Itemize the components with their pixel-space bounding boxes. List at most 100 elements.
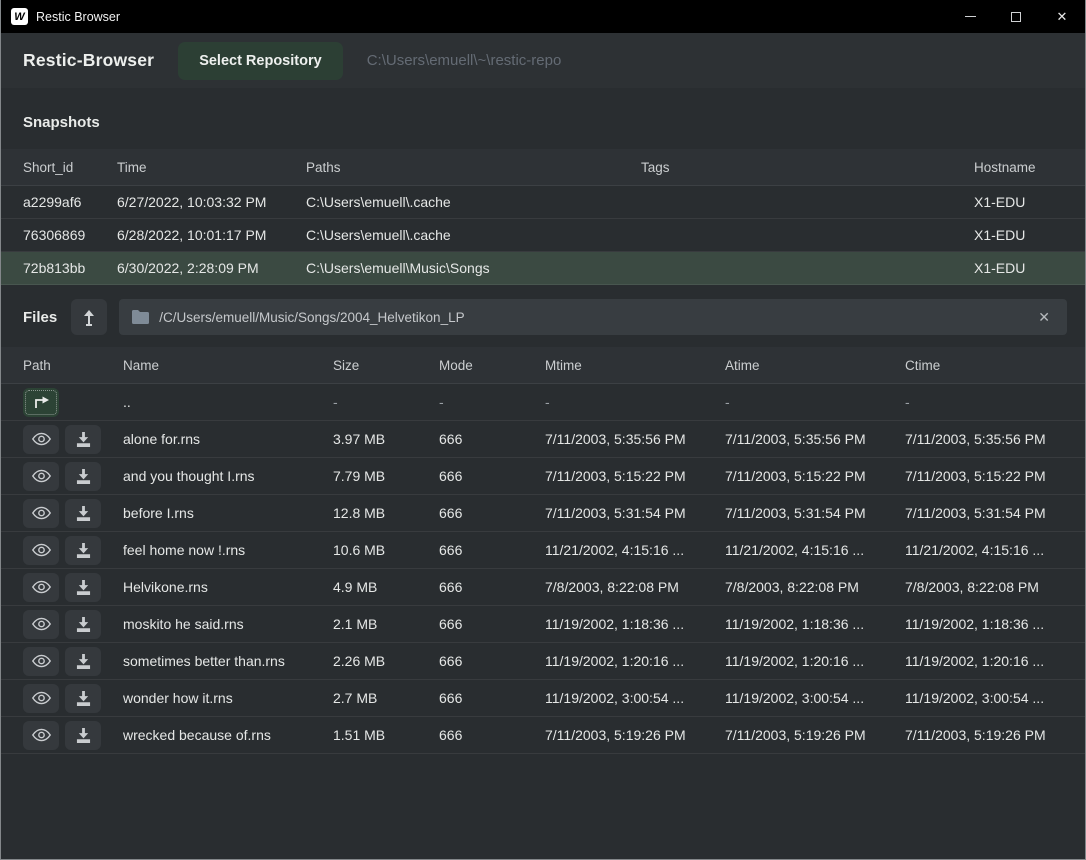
file-size: 10.6 MB	[333, 542, 439, 558]
column-short-id: Short_id	[23, 160, 117, 175]
snapshot-hostname: X1-EDU	[974, 227, 1071, 243]
preview-file-button[interactable]	[23, 536, 59, 565]
snapshot-short-id: 76306869	[23, 227, 117, 243]
app-title: Restic-Browser	[23, 50, 154, 71]
download-icon	[76, 432, 91, 447]
column-mtime: Mtime	[545, 358, 725, 373]
file-mtime: 7/11/2003, 5:35:56 PM	[545, 431, 725, 447]
file-row[interactable]: wonder how it.rns 2.7 MB 666 11/19/2002,…	[1, 680, 1085, 717]
snapshot-row[interactable]: a2299af6 6/27/2022, 10:03:32 PM C:\Users…	[1, 186, 1085, 219]
file-row[interactable]: before I.rns 12.8 MB 666 7/11/2003, 5:31…	[1, 495, 1085, 532]
download-icon	[76, 617, 91, 632]
file-name: before I.rns	[123, 505, 333, 521]
file-row[interactable]: sometimes better than.rns 2.26 MB 666 11…	[1, 643, 1085, 680]
download-file-button[interactable]	[65, 499, 101, 528]
snapshots-rows: a2299af6 6/27/2022, 10:03:32 PM C:\Users…	[1, 186, 1085, 285]
file-atime: 11/21/2002, 4:15:16 ...	[725, 542, 905, 558]
up-arrow-from-bar-icon	[82, 309, 96, 326]
go-up-button[interactable]	[23, 388, 59, 417]
file-mode: 666	[439, 505, 545, 521]
current-path-bar[interactable]: /C/Users/emuell/Music/Songs/2004_Helveti…	[119, 299, 1067, 335]
snapshot-row[interactable]: 76306869 6/28/2022, 10:01:17 PM C:\Users…	[1, 219, 1085, 252]
download-file-button[interactable]	[65, 425, 101, 454]
preview-file-button[interactable]	[23, 647, 59, 676]
preview-file-button[interactable]	[23, 462, 59, 491]
download-file-button[interactable]	[65, 462, 101, 491]
preview-file-button[interactable]	[23, 499, 59, 528]
file-row[interactable]: and you thought I.rns 7.79 MB 666 7/11/2…	[1, 458, 1085, 495]
snapshots-section-title: Snapshots	[1, 88, 1085, 149]
snapshot-time: 6/30/2022, 2:28:09 PM	[117, 260, 306, 276]
file-mode: 666	[439, 468, 545, 484]
file-ctime: 7/11/2003, 5:15:22 PM	[905, 468, 1071, 484]
download-icon	[76, 543, 91, 558]
file-ctime: 11/21/2002, 4:15:16 ...	[905, 542, 1071, 558]
eye-icon	[32, 469, 51, 483]
download-file-button[interactable]	[65, 573, 101, 602]
parent-directory-button[interactable]	[71, 299, 107, 335]
wails-app-icon: W	[11, 8, 28, 25]
column-time: Time	[117, 160, 306, 175]
minimize-button[interactable]	[947, 0, 993, 33]
app-header: Restic-Browser Select Repository C:\User…	[1, 33, 1085, 88]
file-row[interactable]: wrecked because of.rns 1.51 MB 666 7/11/…	[1, 717, 1085, 754]
file-atime: 11/19/2002, 1:18:36 ...	[725, 616, 905, 632]
download-file-button[interactable]	[65, 536, 101, 565]
file-mode: 666	[439, 653, 545, 669]
snapshot-short-id: a2299af6	[23, 194, 117, 210]
snapshot-row[interactable]: 72b813bb 6/30/2022, 2:28:09 PM C:\Users\…	[1, 252, 1085, 285]
download-icon	[76, 654, 91, 669]
download-file-button[interactable]	[65, 610, 101, 639]
download-icon	[76, 506, 91, 521]
file-size: 4.9 MB	[333, 579, 439, 595]
file-name: sometimes better than.rns	[123, 653, 333, 669]
file-size: 12.8 MB	[333, 505, 439, 521]
file-atime: 11/19/2002, 1:20:16 ...	[725, 653, 905, 669]
file-atime: 7/11/2003, 5:19:26 PM	[725, 727, 905, 743]
file-name: wrecked because of.rns	[123, 727, 333, 743]
maximize-button[interactable]	[993, 0, 1039, 33]
download-file-button[interactable]	[65, 721, 101, 750]
download-file-button[interactable]	[65, 647, 101, 676]
snapshot-time: 6/27/2022, 10:03:32 PM	[117, 194, 306, 210]
clear-path-button[interactable]: ✕	[1034, 307, 1054, 328]
file-row[interactable]: alone for.rns 3.97 MB 666 7/11/2003, 5:3…	[1, 421, 1085, 458]
file-row[interactable]: Helvikone.rns 4.9 MB 666 7/8/2003, 8:22:…	[1, 569, 1085, 606]
preview-file-button[interactable]	[23, 684, 59, 713]
column-size: Size	[333, 358, 439, 373]
file-mtime: 11/19/2002, 1:18:36 ...	[545, 616, 725, 632]
snapshot-paths: C:\Users\emuell\.cache	[306, 194, 641, 210]
download-icon	[76, 728, 91, 743]
file-row[interactable]: feel home now !.rns 10.6 MB 666 11/21/20…	[1, 532, 1085, 569]
download-icon	[76, 580, 91, 595]
snapshot-short-id: 72b813bb	[23, 260, 117, 276]
file-row[interactable]: moskito he said.rns 2.1 MB 666 11/19/200…	[1, 606, 1085, 643]
preview-file-button[interactable]	[23, 721, 59, 750]
download-file-button[interactable]	[65, 684, 101, 713]
file-mtime: 7/11/2003, 5:15:22 PM	[545, 468, 725, 484]
file-atime: 7/11/2003, 5:35:56 PM	[725, 431, 905, 447]
close-button[interactable]: ✕	[1039, 0, 1085, 33]
file-atime: 11/19/2002, 3:00:54 ...	[725, 690, 905, 706]
files-rows: alone for.rns 3.97 MB 666 7/11/2003, 5:3…	[1, 421, 1085, 754]
column-path: Path	[23, 358, 123, 373]
restic-browser-window: W Restic Browser ✕ Restic-Browser Select…	[0, 0, 1086, 860]
column-paths: Paths	[306, 160, 641, 175]
select-repository-button[interactable]: Select Repository	[178, 42, 343, 80]
eye-icon	[32, 506, 51, 520]
snapshot-hostname: X1-EDU	[974, 260, 1071, 276]
file-mtime: 7/8/2003, 8:22:08 PM	[545, 579, 725, 595]
preview-file-button[interactable]	[23, 573, 59, 602]
file-ctime: 11/19/2002, 1:20:16 ...	[905, 653, 1071, 669]
column-tags: Tags	[641, 160, 974, 175]
snapshots-table: Short_id Time Paths Tags Hostname a2299a…	[1, 149, 1085, 285]
file-mode: 666	[439, 542, 545, 558]
preview-file-button[interactable]	[23, 610, 59, 639]
file-mode: 666	[439, 690, 545, 706]
column-name: Name	[123, 358, 333, 373]
parent-size: -	[333, 394, 439, 410]
file-mtime: 11/19/2002, 1:20:16 ...	[545, 653, 725, 669]
preview-file-button[interactable]	[23, 425, 59, 454]
file-size: 1.51 MB	[333, 727, 439, 743]
parent-row[interactable]: .. - - - - -	[1, 384, 1085, 421]
